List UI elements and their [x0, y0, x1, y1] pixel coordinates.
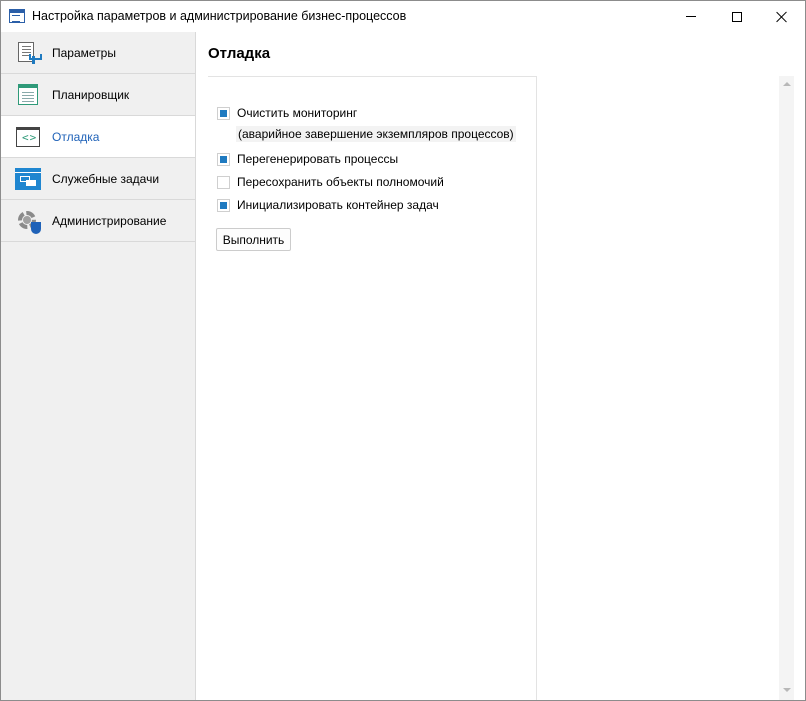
sidebar-item-service-tasks[interactable]: Служебные задачи [1, 158, 195, 200]
sidebar-item-scheduler[interactable]: Планировщик [1, 74, 195, 116]
option-init-task-container[interactable]: Инициализировать контейнер задач [217, 197, 439, 213]
calendar-icon [15, 82, 41, 108]
init-task-container-checkbox[interactable] [217, 198, 230, 212]
title-bar[interactable]: Настройка параметров и администрирование… [1, 1, 805, 32]
option-label: Перегенерировать процессы [237, 152, 399, 166]
minimize-button[interactable] [668, 1, 714, 32]
option-regenerate-processes[interactable]: Перегенерировать процессы [217, 151, 398, 167]
sidebar-item-debug[interactable]: <> Отладка [1, 116, 195, 158]
divider [208, 76, 536, 77]
option-label: Очистить мониторинг [237, 106, 358, 120]
window-title: Настройка параметров и администрирование… [32, 9, 407, 23]
run-button[interactable]: Выполнить [216, 228, 291, 251]
sidebar-item-label: Планировщик [52, 88, 130, 102]
sidebar-item-label: Параметры [52, 46, 116, 60]
scroll-down-icon[interactable] [783, 688, 791, 692]
gear-shield-icon [15, 208, 41, 234]
regenerate-processes-checkbox[interactable] [217, 152, 230, 166]
minimize-icon [686, 16, 696, 17]
code-icon: <> [15, 124, 41, 150]
maximize-button[interactable] [714, 1, 760, 32]
main-panel: Отладка Очистить мониторинг (аварийное з… [197, 32, 805, 700]
panel-separator [536, 76, 537, 700]
sidebar-item-label: Администрирование [52, 214, 167, 228]
clear-monitoring-checkbox[interactable] [217, 106, 230, 120]
sidebar: Параметры Планировщик <> Отладка Служебн… [1, 32, 196, 700]
option-resave-permissions[interactable]: Пересохранить объекты полномочий [217, 174, 444, 190]
resave-permissions-checkbox[interactable] [217, 175, 230, 189]
option-note: (аварийное завершение экземпляров процес… [236, 126, 516, 142]
service-tasks-icon [15, 166, 41, 192]
sidebar-item-parameters[interactable]: Параметры [1, 32, 195, 74]
page-title: Отладка [208, 45, 271, 62]
scroll-up-icon[interactable] [783, 82, 791, 86]
sidebar-item-administration[interactable]: Администрирование [1, 200, 195, 242]
maximize-icon [732, 11, 742, 22]
sidebar-item-label: Служебные задачи [52, 172, 160, 186]
app-window: Настройка параметров и администрирование… [0, 0, 806, 701]
option-clear-monitoring[interactable]: Очистить мониторинг [217, 105, 357, 121]
close-icon [776, 11, 788, 23]
option-label: Пересохранить объекты полномочий [237, 175, 444, 189]
parameters-icon [15, 40, 42, 66]
option-label: Инициализировать контейнер задач [237, 198, 439, 212]
close-button[interactable] [759, 1, 805, 32]
app-window-icon [9, 9, 25, 23]
vertical-scrollbar[interactable] [779, 76, 794, 700]
sidebar-item-label: Отладка [52, 130, 100, 144]
